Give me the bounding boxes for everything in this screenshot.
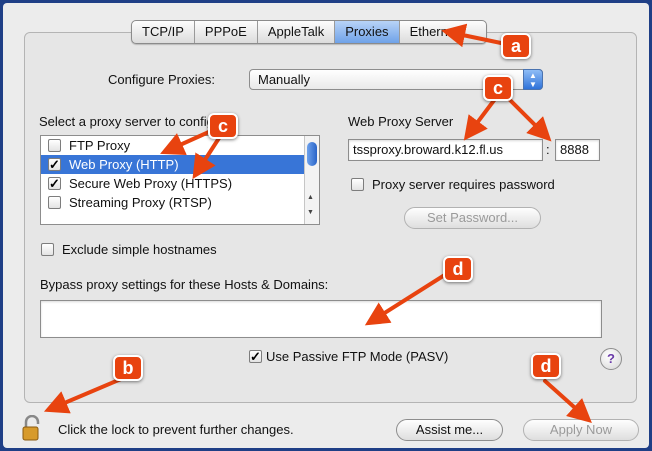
arrow-a: [441, 23, 503, 48]
annotation-badge-c-proxy: c: [483, 75, 513, 101]
annotation-arrows: [43, 23, 592, 424]
annotation-badge-a: a: [501, 33, 531, 59]
arrow-c-host: [463, 97, 497, 141]
annotation-badge-c-list: c: [208, 113, 238, 139]
arrow-c-port: [507, 97, 552, 142]
network-preferences-window: TCP/IP PPPoE AppleTalk Proxies Ethernet …: [3, 3, 649, 448]
arrow-d-bypass: [364, 269, 453, 326]
arrow-c-list-2: [192, 133, 223, 180]
annotation-badge-d-bypass: d: [443, 256, 473, 282]
arrow-b-lock: [43, 377, 123, 414]
arrow-c-list-1: [160, 129, 213, 156]
annotation-badge-d-apply: d: [531, 353, 561, 379]
annotation-badge-b: b: [113, 355, 143, 381]
arrow-d-apply: [543, 379, 592, 424]
